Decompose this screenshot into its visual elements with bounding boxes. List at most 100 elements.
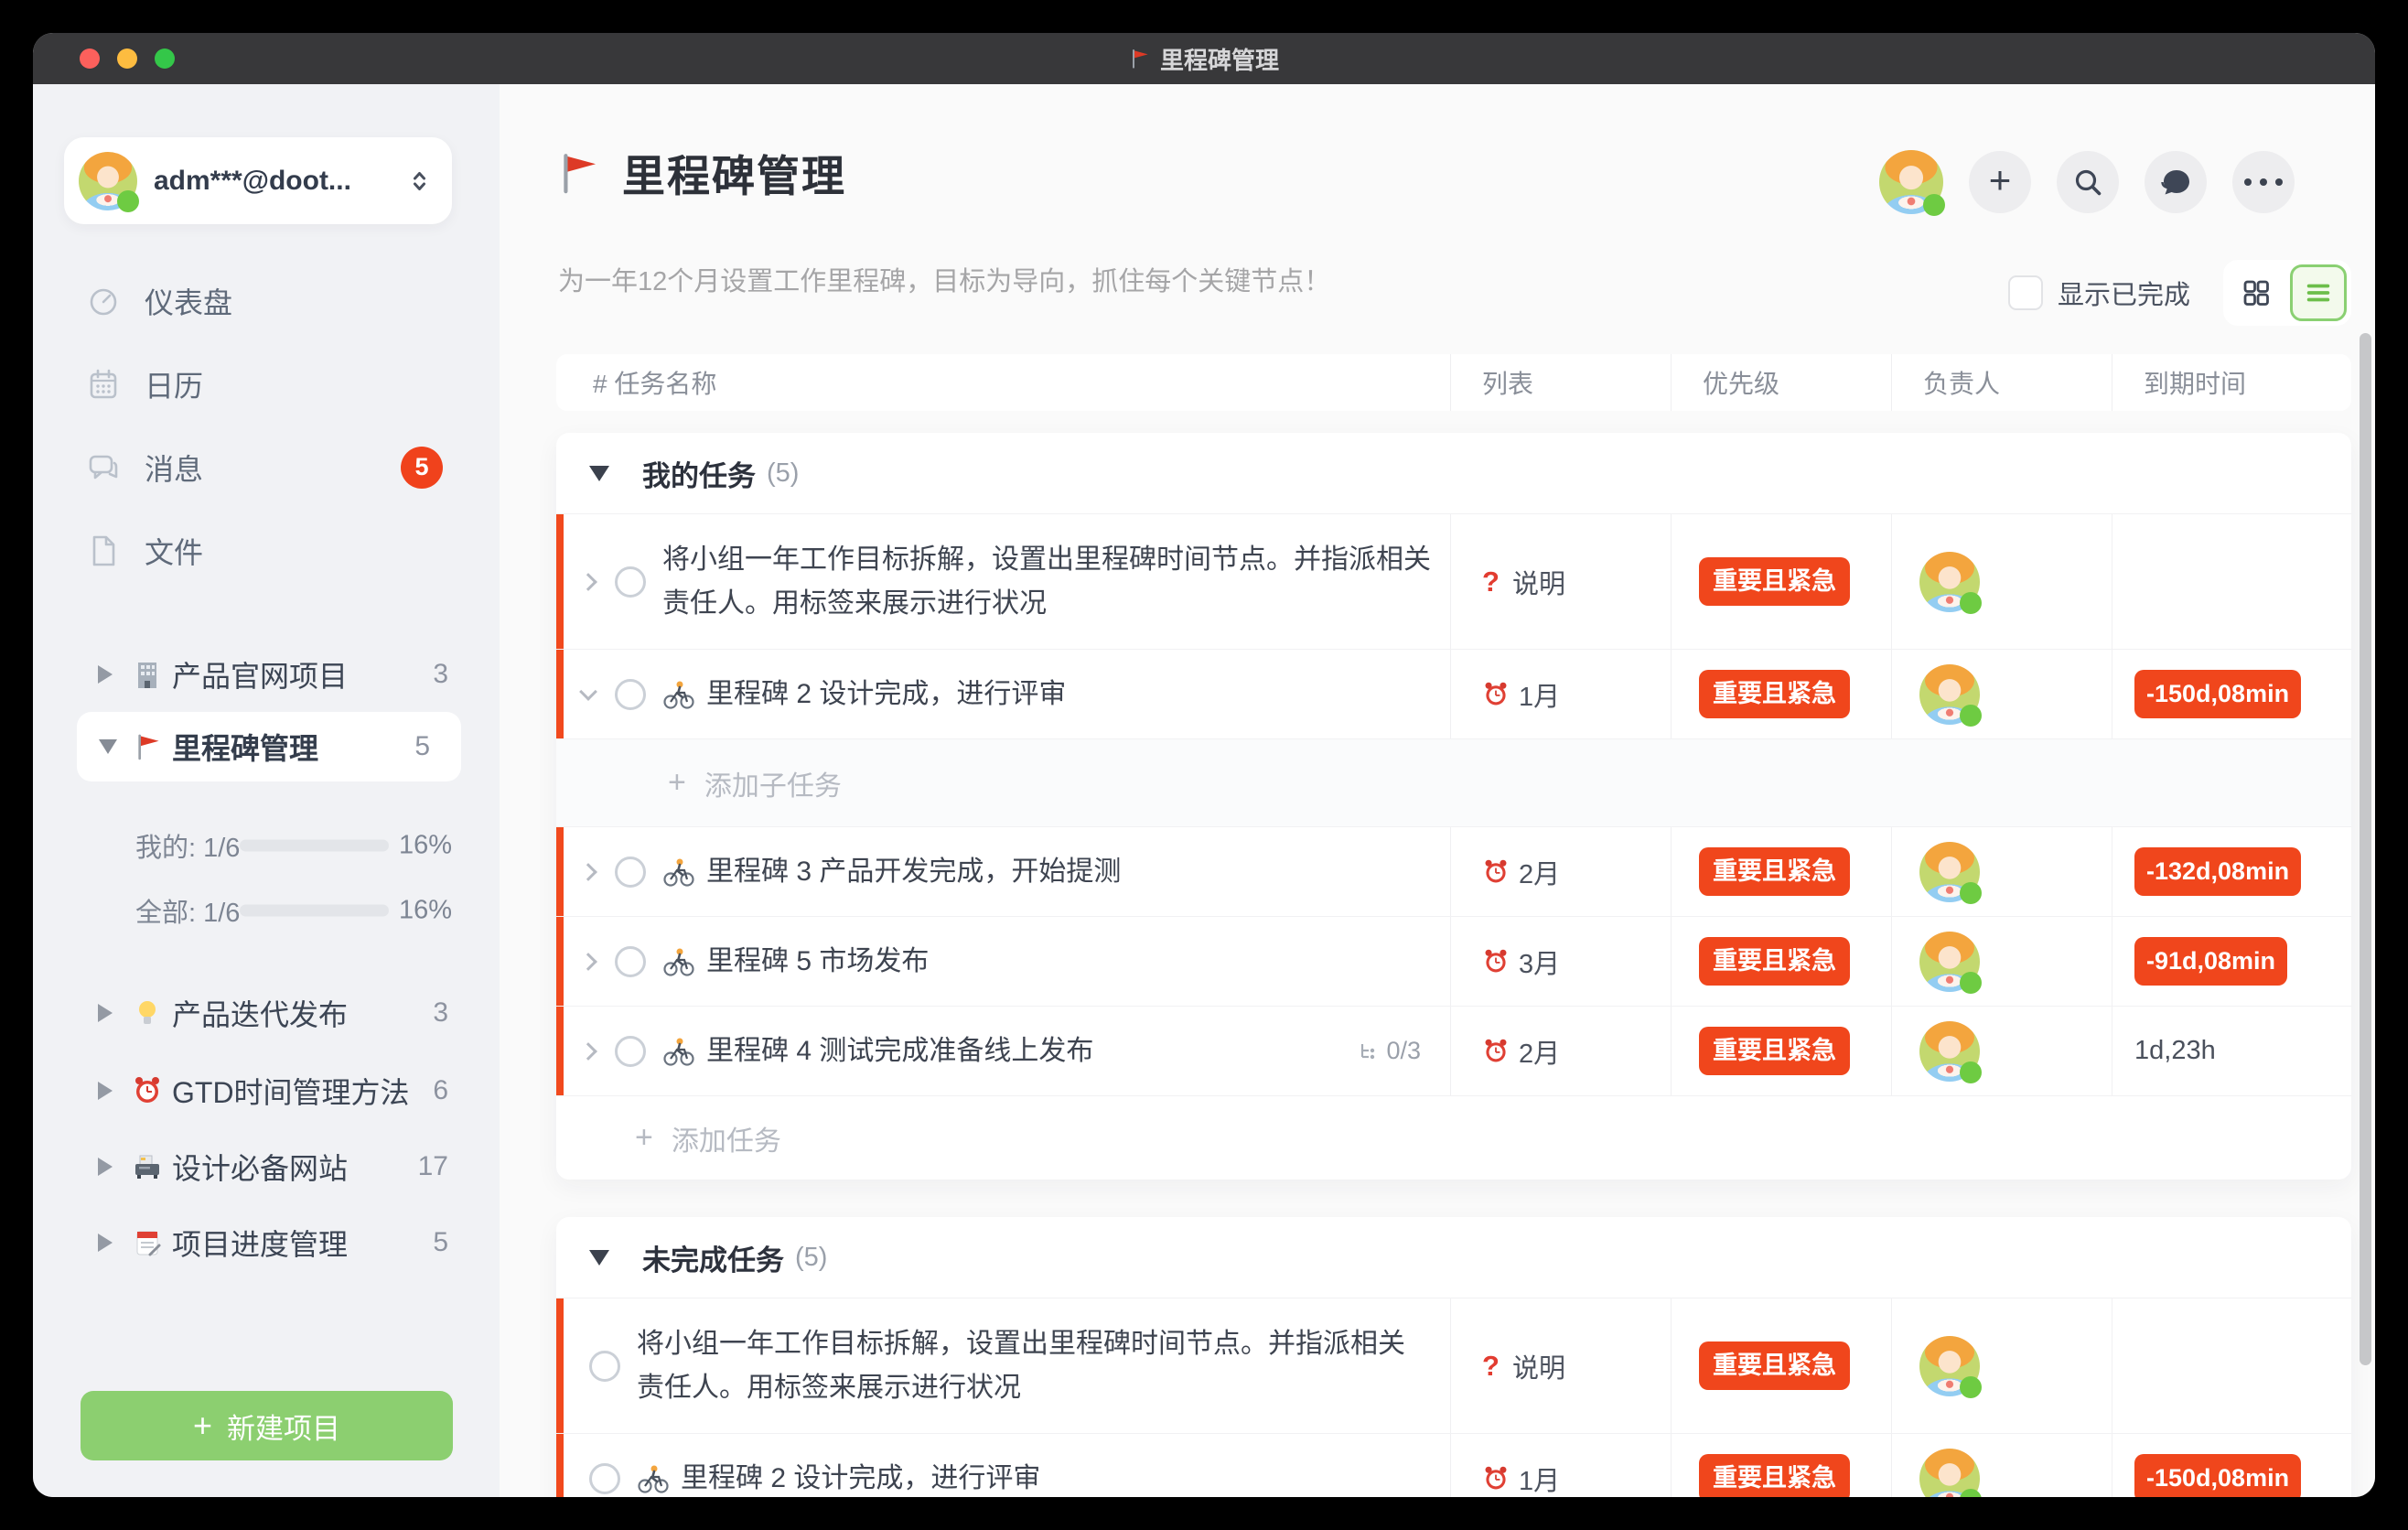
caret-right-icon[interactable] <box>98 665 113 684</box>
account-switcher[interactable]: adm***@doot... <box>64 137 452 224</box>
show-completed-toggle[interactable]: 显示已完成 <box>2008 274 2190 312</box>
alarm-clock-icon <box>1482 1465 1510 1492</box>
group-count: (5) <box>795 1243 827 1273</box>
screen: 里程碑管理 adm***@doot... 仪表盘 <box>0 0 2408 1530</box>
question-icon: ? <box>1482 1350 1500 1383</box>
table-row[interactable]: 里程碑 2 设计完成，进行评审 1月 重要且紧急 -150d,08min <box>556 1433 2351 1497</box>
task-checkbox[interactable] <box>589 1463 620 1494</box>
add-task-row[interactable]: + 添加任务 <box>556 1095 2351 1180</box>
sidebar-project-item[interactable]: 项目进度管理 5 <box>33 1203 500 1282</box>
project-count: 17 <box>418 1151 448 1182</box>
assignee-avatar[interactable] <box>1919 932 1980 992</box>
window-controls <box>80 33 175 84</box>
list-view-icon <box>2304 278 2333 307</box>
expand-chevron-icon[interactable] <box>579 953 597 971</box>
add-button[interactable]: + <box>1969 151 2031 213</box>
assignee-avatar[interactable] <box>1919 1021 1980 1082</box>
sidebar-project-item[interactable]: GTD时间管理方法 6 <box>33 1051 500 1130</box>
expand-chevron-icon[interactable] <box>579 863 597 881</box>
sidebar-project-item[interactable]: 产品迭代发布 3 <box>33 974 500 1052</box>
assignee-avatar[interactable] <box>1919 552 1980 612</box>
group-header[interactable]: 我的任务 (5) <box>556 433 2351 513</box>
sidebar-item-messages[interactable]: 消息 5 <box>33 426 500 509</box>
user-avatar <box>79 152 137 210</box>
task-checkbox[interactable] <box>615 679 646 710</box>
due-badge: -132d,08min <box>2134 847 2301 896</box>
sidebar-item-files[interactable]: 文件 <box>33 509 500 592</box>
assignee-avatar[interactable] <box>1919 842 1980 902</box>
assignee-avatar[interactable] <box>1919 1336 1980 1396</box>
subtask-tree-icon <box>1357 1040 1379 1062</box>
flag-icon <box>556 150 602 196</box>
chat-button[interactable] <box>2145 151 2207 213</box>
caret-right-icon[interactable] <box>98 1234 113 1252</box>
due-time: 1d,23h <box>2134 1036 2216 1066</box>
view-mode-toggle <box>2223 260 2351 326</box>
list-name: 说明 <box>1512 563 1565 601</box>
sidebar-project-item-selected[interactable]: 里程碑管理 5 <box>77 712 461 781</box>
alarm-clock-icon <box>1482 858 1510 886</box>
project-name: 产品官网项目 <box>172 653 348 695</box>
task-checkbox[interactable] <box>589 1351 620 1382</box>
task-checkbox[interactable] <box>615 566 646 598</box>
scrollbar[interactable] <box>2360 333 2371 1365</box>
subtask-count: 0/3 <box>1386 1037 1421 1065</box>
zoom-button[interactable] <box>155 48 175 69</box>
collapse-chevron-icon[interactable] <box>579 683 597 701</box>
caret-right-icon[interactable] <box>98 1158 113 1176</box>
table-row[interactable]: 里程碑 4 测试完成准备线上发布 0/3 2月 重要且紧急 1d <box>556 1006 2351 1095</box>
assignee-avatar[interactable] <box>1919 1449 1980 1498</box>
due-badge: -91d,08min <box>2134 937 2287 986</box>
close-button[interactable] <box>80 48 100 69</box>
caret-right-icon[interactable] <box>98 1004 113 1022</box>
more-button[interactable] <box>2232 151 2295 213</box>
group-header[interactable]: 未完成任务 (5) <box>556 1217 2351 1298</box>
list-name: 2月 <box>1519 853 1560 891</box>
caret-down-icon[interactable] <box>99 739 117 754</box>
caret-down-icon[interactable] <box>589 466 609 481</box>
task-title: 里程碑 4 测试完成准备线上发布 <box>706 1029 1093 1073</box>
column-header-list[interactable]: 列表 <box>1450 354 1671 411</box>
progress-percent: 16% <box>399 831 452 861</box>
project-name: 项目进度管理 <box>172 1222 348 1264</box>
progress-row-mine: 我的: 1/6 16% <box>33 822 500 869</box>
bulb-icon <box>132 997 163 1029</box>
list-view-button[interactable] <box>2290 264 2347 321</box>
caret-down-icon[interactable] <box>589 1250 609 1266</box>
dashboard-icon <box>86 284 121 318</box>
new-project-button[interactable]: + 新建项目 <box>81 1391 453 1460</box>
expand-chevron-icon[interactable] <box>579 1042 597 1061</box>
table-row[interactable]: 将小组一年工作目标拆解，设置出里程碑时间节点。并指派相关责任人。用标签来展示进行… <box>556 513 2351 649</box>
page-header: 里程碑管理 <box>556 141 846 204</box>
task-checkbox[interactable] <box>615 946 646 977</box>
table-row[interactable]: 里程碑 2 设计完成，进行评审 1月 重要且紧急 -150d,08min <box>556 649 2351 738</box>
task-checkbox[interactable] <box>615 1036 646 1067</box>
table-row[interactable]: 里程碑 5 市场发布 3月 重要且紧急 -91d,08min <box>556 916 2351 1006</box>
sidebar-project-item[interactable]: 产品官网项目 3 <box>33 635 500 714</box>
task-checkbox[interactable] <box>615 857 646 888</box>
column-header-owner[interactable]: 负责人 <box>1891 354 2112 411</box>
chat-icon <box>2159 166 2192 199</box>
sidebar-item-label: 文件 <box>145 530 203 572</box>
search-button[interactable] <box>2057 151 2119 213</box>
table-row[interactable]: 里程碑 3 产品开发完成，开始提测 2月 重要且紧急 -132d,08min <box>556 826 2351 916</box>
sidebar-item-calendar[interactable]: 日历 <box>33 342 500 426</box>
sidebar-project-item[interactable]: 设计必备网站 17 <box>33 1127 500 1206</box>
expand-chevron-icon[interactable] <box>579 573 597 591</box>
add-subtask-row[interactable]: + 添加子任务 <box>556 738 2351 826</box>
sidebar-item-dashboard[interactable]: 仪表盘 <box>33 259 500 342</box>
minimize-button[interactable] <box>117 48 137 69</box>
project-count: 6 <box>433 1075 448 1106</box>
progress-label: 我的: 1/6 <box>135 826 240 865</box>
board-view-button[interactable] <box>2228 264 2284 321</box>
column-header-due[interactable]: 到期时间 <box>2112 354 2351 411</box>
window-title-text: 里程碑管理 <box>1160 42 1279 76</box>
grid-view-icon <box>2241 277 2272 308</box>
assignee-avatar[interactable] <box>1919 664 1980 725</box>
caret-right-icon[interactable] <box>98 1082 113 1100</box>
column-header-task[interactable]: # 任务名称 <box>556 354 1450 411</box>
user-avatar[interactable] <box>1879 150 1943 214</box>
show-completed-checkbox[interactable] <box>2008 275 2043 310</box>
column-header-priority[interactable]: 优先级 <box>1671 354 1891 411</box>
table-row[interactable]: 将小组一年工作目标拆解，设置出里程碑时间节点。并指派相关责任人。用标签来展示进行… <box>556 1298 2351 1433</box>
